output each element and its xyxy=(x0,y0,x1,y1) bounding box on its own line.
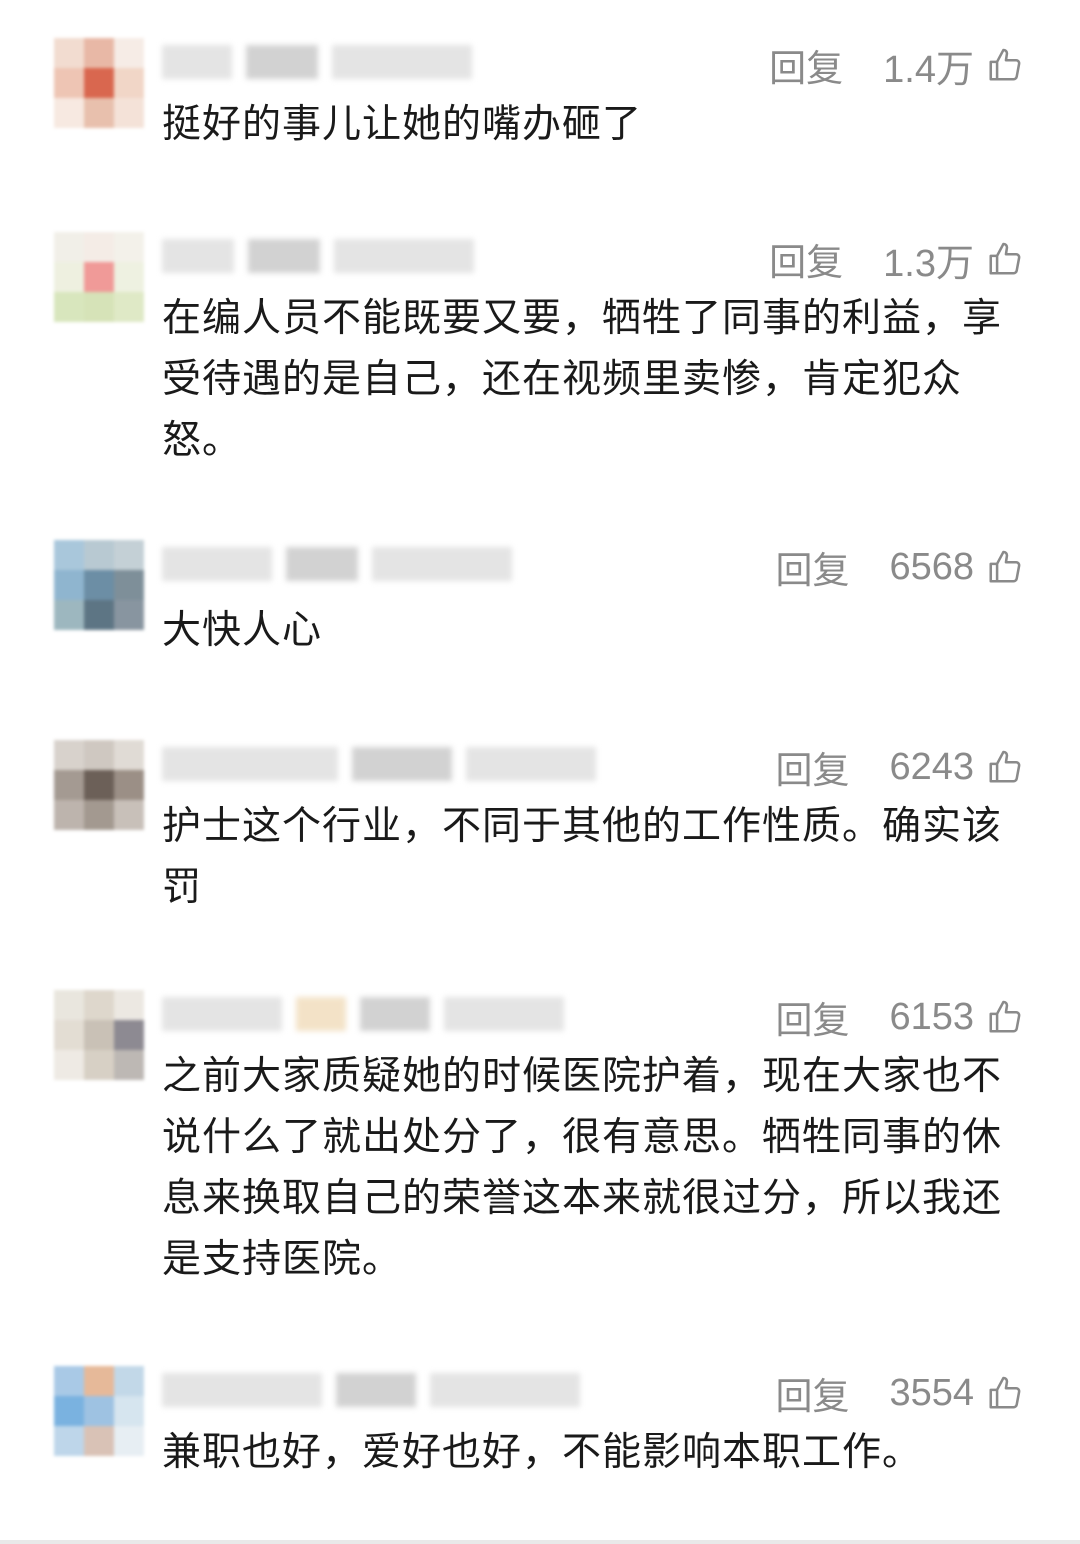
like-count: 6153 xyxy=(889,995,974,1038)
avatar[interactable] xyxy=(54,38,144,128)
reply-button[interactable]: 回复 xyxy=(769,38,843,92)
like-count: 6568 xyxy=(889,545,974,588)
avatar[interactable] xyxy=(54,990,144,1080)
like-count: 1.3万 xyxy=(883,242,974,285)
comment-actions: 回复 6153 xyxy=(775,994,1024,1042)
comment-text: 大快人心 xyxy=(162,608,323,653)
avatar[interactable] xyxy=(54,232,144,322)
reply-button[interactable]: 回复 xyxy=(775,1366,849,1420)
reply-button[interactable]: 回复 xyxy=(775,740,849,794)
thumbs-up-icon[interactable] xyxy=(986,748,1024,786)
comment-text: 护士这个行业，不同于其他的工作性质。确实该罚 xyxy=(162,804,1003,910)
username-blurred xyxy=(162,544,512,584)
username-blurred xyxy=(162,42,472,82)
comment-text: 在编人员不能既要又要，牺牲了同事的利益，享受待遇的是自己，还在视频里卖惨，肯定犯… xyxy=(162,296,1003,463)
avatar[interactable] xyxy=(54,540,144,630)
thumbs-up-icon[interactable] xyxy=(986,240,1024,278)
comment-text: 之前大家质疑她的时候医院护着，现在大家也不说什么了就出处分了，很有意思。牺牲同事… xyxy=(162,1054,1003,1282)
username-blurred xyxy=(162,994,564,1034)
comment-actions: 回复 3554 xyxy=(775,1370,1024,1418)
username-blurred xyxy=(162,1370,580,1410)
comment-actions: 回复 1.3万 xyxy=(769,236,1024,285)
thumbs-up-icon[interactable] xyxy=(986,46,1024,84)
avatar[interactable] xyxy=(54,740,144,830)
comment-actions: 回复 6243 xyxy=(775,744,1024,792)
thumbs-up-icon[interactable] xyxy=(986,998,1024,1036)
comment-text: 兼职也好，爱好也好，不能影响本职工作。 xyxy=(162,1430,923,1475)
like-count: 1.4万 xyxy=(883,48,974,91)
comment-actions: 回复 6568 xyxy=(775,544,1024,592)
reply-button[interactable]: 回复 xyxy=(775,540,849,594)
divider xyxy=(0,1540,1080,1544)
thumbs-up-icon[interactable] xyxy=(986,548,1024,586)
username-blurred xyxy=(162,236,474,276)
reply-button[interactable]: 回复 xyxy=(769,232,843,286)
username-blurred xyxy=(162,744,596,784)
like-count: 6243 xyxy=(889,745,974,788)
comment-text: 挺好的事儿让她的嘴办砸了 xyxy=(162,102,643,147)
reply-button[interactable]: 回复 xyxy=(775,990,849,1044)
like-count: 3554 xyxy=(889,1371,974,1414)
comment-actions: 回复 1.4万 xyxy=(769,42,1024,91)
avatar[interactable] xyxy=(54,1366,144,1456)
thumbs-up-icon[interactable] xyxy=(986,1374,1024,1412)
